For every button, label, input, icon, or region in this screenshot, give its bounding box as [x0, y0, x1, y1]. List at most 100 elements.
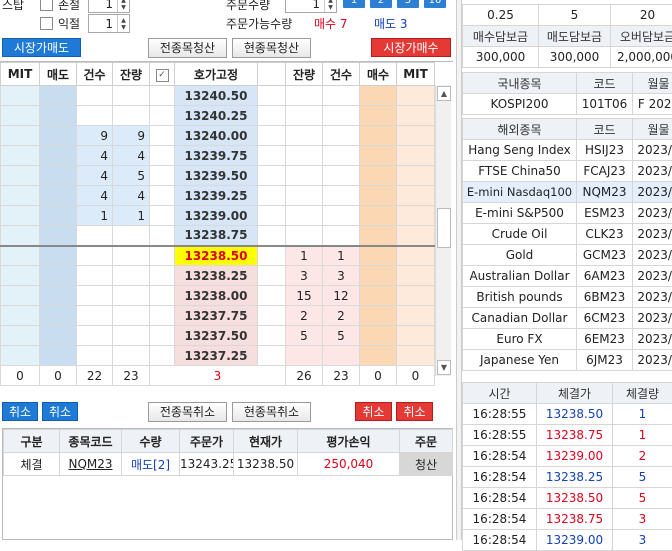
stepper-arrows-icon[interactable]: ▲▼	[117, 15, 129, 32]
mit-sell-cell[interactable]	[1, 286, 40, 306]
mit-buy-cell[interactable]	[397, 146, 435, 166]
overseas-code[interactable]: 6EM23	[577, 329, 633, 350]
buy-cell[interactable]	[360, 186, 397, 206]
overseas-row[interactable]: British pounds6BM232023/0	[463, 287, 672, 308]
buy-cell[interactable]	[360, 106, 397, 126]
sell-cell[interactable]	[40, 126, 77, 146]
overseas-month[interactable]: 2023/0	[633, 203, 672, 224]
profit-checkbox[interactable]	[40, 17, 53, 30]
mit-sell-cell[interactable]	[1, 346, 40, 366]
scroll-down-icon[interactable]: ▼	[437, 360, 451, 375]
scroll-thumb[interactable]	[437, 208, 451, 248]
buy-cell[interactable]	[360, 166, 397, 186]
overseas-name[interactable]: Japanese Yen	[463, 350, 577, 371]
mit-buy-cell[interactable]	[397, 286, 435, 306]
overseas-name[interactable]: Euro FX	[463, 329, 577, 350]
stepper-arrows-icon[interactable]: ▲▼	[117, 0, 129, 12]
buy-cell[interactable]	[360, 226, 397, 246]
overseas-month[interactable]: 2023/0	[633, 308, 672, 329]
qty-button-10[interactable]: 10	[424, 0, 446, 8]
col-check[interactable]: ✓	[150, 63, 175, 86]
sell-cell[interactable]	[40, 346, 77, 366]
cancel-sell-button-2[interactable]: 취소	[42, 402, 78, 421]
price-cell[interactable]: 13239.50	[175, 166, 258, 186]
cancel-sell-button-1[interactable]: 취소	[2, 402, 38, 421]
market-sell-button[interactable]: 시장가매도	[2, 38, 81, 57]
buy-cell[interactable]	[360, 306, 397, 326]
overseas-name[interactable]: British pounds	[463, 287, 577, 308]
buy-cell[interactable]	[360, 246, 397, 266]
overseas-code[interactable]: HSIJ23	[577, 140, 633, 161]
price-cell[interactable]: 13239.25	[175, 186, 258, 206]
domestic-code[interactable]: 101T06	[577, 94, 633, 115]
price-cell[interactable]: 13238.75	[175, 226, 258, 246]
mit-sell-cell[interactable]	[1, 126, 40, 146]
cancel-current-button[interactable]: 현종목취소	[232, 402, 311, 422]
price-cell[interactable]: 13240.00	[175, 126, 258, 146]
overseas-code[interactable]: 6BM23	[577, 287, 633, 308]
mit-buy-cell[interactable]	[397, 266, 435, 286]
overseas-name[interactable]: FTSE China50	[463, 161, 577, 182]
overseas-month[interactable]: 2023/0	[633, 140, 672, 161]
mit-buy-cell[interactable]	[397, 326, 435, 346]
buy-cell[interactable]	[360, 86, 397, 106]
buy-cell[interactable]	[360, 146, 397, 166]
mit-buy-cell[interactable]	[397, 106, 435, 126]
mit-buy-cell[interactable]	[397, 206, 435, 226]
price-cell[interactable]: 13237.25	[175, 346, 258, 366]
market-buy-button[interactable]: 시장가매수	[371, 38, 451, 57]
price-cell[interactable]: 13239.00	[175, 206, 258, 226]
scroll-up-icon[interactable]: ▲	[437, 86, 451, 101]
overseas-name[interactable]: Hang Seng Index	[463, 140, 577, 161]
overseas-month[interactable]: 2023/0	[633, 350, 672, 371]
col-price-fixed[interactable]: 호가고정	[175, 63, 258, 86]
mit-sell-cell[interactable]	[1, 166, 40, 186]
current-price-cell[interactable]: 13238.50	[175, 246, 258, 266]
position-code[interactable]: NQM23	[60, 453, 122, 476]
overseas-row[interactable]: E-mini S&P500ESM232023/0	[463, 203, 672, 224]
sell-cell[interactable]	[40, 106, 77, 126]
buy-cell[interactable]	[360, 346, 397, 366]
buy-cell[interactable]	[360, 326, 397, 346]
mit-sell-cell[interactable]	[1, 326, 40, 346]
loss-checkbox[interactable]	[40, 0, 53, 11]
mit-buy-cell[interactable]	[397, 226, 435, 246]
mit-buy-cell[interactable]	[397, 306, 435, 326]
mit-sell-cell[interactable]	[1, 186, 40, 206]
sell-cell[interactable]	[40, 206, 77, 226]
sell-cell[interactable]	[40, 226, 77, 246]
cancel-buy-button-2[interactable]: 취소	[396, 402, 433, 421]
order-qty-stepper[interactable]: 1 ▲▼	[285, 0, 337, 13]
overseas-row[interactable]: Japanese Yen6JM232023/0	[463, 350, 672, 371]
sell-cell[interactable]	[40, 326, 77, 346]
overseas-name[interactable]: Canadian Dollar	[463, 308, 577, 329]
price-cell[interactable]: 13237.75	[175, 306, 258, 326]
mit-sell-cell[interactable]	[1, 246, 40, 266]
overseas-row[interactable]: Canadian Dollar6CM232023/0	[463, 308, 672, 329]
overseas-code[interactable]: GCM23	[577, 245, 633, 266]
mit-sell-cell[interactable]	[1, 206, 40, 226]
checkbox-icon[interactable]: ✓	[156, 69, 169, 82]
buy-cell[interactable]	[360, 286, 397, 306]
buy-cell[interactable]	[360, 126, 397, 146]
overseas-month[interactable]: 2023/0	[633, 266, 672, 287]
stepper-arrows-icon[interactable]: ▲▼	[324, 0, 336, 12]
price-cell[interactable]: 13240.50	[175, 86, 258, 106]
price-cell[interactable]: 13240.25	[175, 106, 258, 126]
overseas-name[interactable]: Australian Dollar	[463, 266, 577, 287]
sell-cell[interactable]	[40, 266, 77, 286]
overseas-code[interactable]: 6AM23	[577, 266, 633, 287]
order-book-scrollbar[interactable]: ▲ ▼	[435, 85, 451, 376]
profit-stepper[interactable]: 1 ▲▼	[88, 14, 130, 33]
overseas-code[interactable]: NQM23	[577, 182, 633, 203]
sell-cell[interactable]	[40, 146, 77, 166]
mit-buy-cell[interactable]	[397, 126, 435, 146]
sell-cell[interactable]	[40, 286, 77, 306]
qty-button-1[interactable]: 1	[343, 0, 365, 8]
overseas-row[interactable]: GoldGCM232023/0	[463, 245, 672, 266]
overseas-code[interactable]: 6CM23	[577, 308, 633, 329]
overseas-row[interactable]: Euro FX6EM232023/0	[463, 329, 672, 350]
overseas-code[interactable]: CLK23	[577, 224, 633, 245]
overseas-name[interactable]: E-mini Nasdaq100	[463, 182, 577, 203]
buy-cell[interactable]	[360, 266, 397, 286]
